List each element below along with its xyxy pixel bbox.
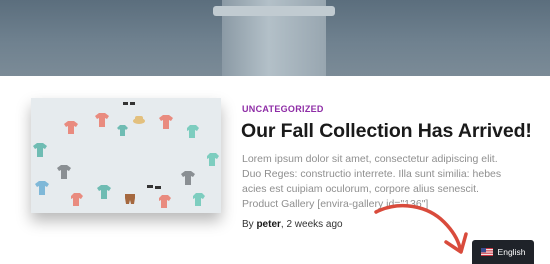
post-byline: By peter, 2 weeks ago [242,219,343,230]
sunglasses-icon [123,102,135,105]
hoodie-icon [207,153,219,166]
tshirt-icon [64,121,78,134]
sunglasses-icon [147,185,161,189]
shirt-icon [97,185,111,199]
shorts-icon [125,194,135,204]
tshirt-icon [71,193,83,206]
jacket-icon [159,195,171,208]
us-flag-icon [480,248,493,256]
annotation-arrow-icon [374,203,468,254]
shirt-icon [95,113,109,127]
tshirt-icon [193,193,205,206]
shirt-icon [181,171,195,185]
jacket-icon [57,165,71,179]
post-author-link[interactable]: peter [256,219,280,230]
language-switcher-button[interactable]: English [472,240,534,264]
post-featured-image[interactable] [31,98,221,213]
sweater-icon [35,181,49,195]
language-label: English [497,247,526,257]
byline-prefix: By [242,219,254,230]
hat-icon [133,116,145,124]
hero-banner-image [0,0,550,76]
sweater-icon [159,115,173,129]
tshirt-icon [117,125,128,136]
post-date: , 2 weeks ago [280,219,343,230]
post-title[interactable]: Our Fall Collection Has Arrived! [241,120,532,143]
hero-jug-rim [213,6,335,16]
hoodie-icon [33,143,47,157]
clothing-items-illustration [33,102,219,208]
post-category-link[interactable]: UNCATEGORIZED [242,104,324,114]
shirt-icon [187,125,199,138]
